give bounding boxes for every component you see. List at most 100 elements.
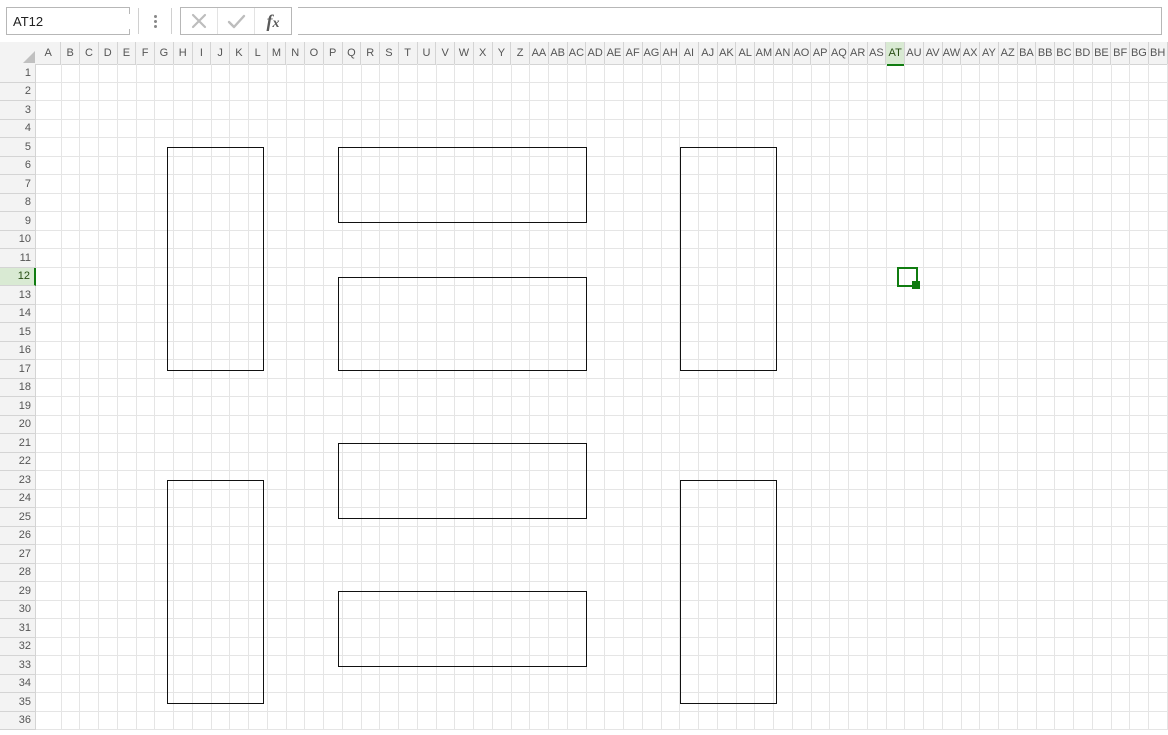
row-header[interactable]: 33 (0, 656, 36, 675)
column-header[interactable]: AJ (699, 42, 718, 65)
spreadsheet-grid[interactable]: ABCDEFGHIJKLMNOPQRSTUVWXYZAAABACADAEAFAG… (0, 42, 1168, 735)
row-header[interactable]: 10 (0, 231, 36, 250)
row-header[interactable]: 34 (0, 675, 36, 694)
column-header[interactable]: AE (605, 42, 624, 65)
column-header[interactable]: AP (811, 42, 830, 65)
cells-area[interactable] (36, 64, 1168, 735)
column-header[interactable]: BE (1093, 42, 1112, 65)
row-header[interactable]: 6 (0, 157, 36, 176)
column-header[interactable]: AT (886, 42, 905, 66)
row-header[interactable]: 7 (0, 175, 36, 194)
column-header[interactable]: AC (568, 42, 587, 65)
column-header[interactable]: S (380, 42, 399, 65)
column-header[interactable]: AL (736, 42, 755, 65)
column-header[interactable]: AM (755, 42, 774, 65)
column-header[interactable]: AB (549, 42, 568, 65)
column-header[interactable]: AI (680, 42, 699, 65)
column-header[interactable]: R (361, 42, 380, 65)
row-header[interactable]: 36 (0, 712, 36, 731)
column-header[interactable]: BH (1149, 42, 1168, 65)
column-header[interactable]: BA (1018, 42, 1037, 65)
column-header[interactable]: AX (961, 42, 980, 65)
column-header[interactable]: U (418, 42, 437, 65)
column-header[interactable]: AA (530, 42, 549, 65)
column-header[interactable]: AD (586, 42, 605, 65)
row-header[interactable]: 32 (0, 638, 36, 657)
column-header[interactable]: M (268, 42, 287, 65)
column-header[interactable]: AK (718, 42, 737, 65)
row-header[interactable]: 12 (0, 268, 36, 287)
row-header[interactable]: 30 (0, 601, 36, 620)
column-header[interactable]: AH (661, 42, 680, 65)
column-header[interactable]: D (99, 42, 118, 65)
column-header[interactable]: X (474, 42, 493, 65)
row-header[interactable]: 19 (0, 397, 36, 416)
row-header[interactable]: 28 (0, 564, 36, 583)
column-header[interactable]: J (211, 42, 230, 65)
column-header[interactable]: AS (868, 42, 887, 65)
column-header[interactable]: K (230, 42, 249, 65)
column-header[interactable]: AY (980, 42, 999, 65)
column-header[interactable]: AQ (830, 42, 849, 65)
column-header[interactable]: AF (624, 42, 643, 65)
row-header[interactable]: 27 (0, 545, 36, 564)
row-header[interactable]: 25 (0, 508, 36, 527)
column-header[interactable]: BB (1036, 42, 1055, 65)
column-header[interactable]: H (174, 42, 193, 65)
insert-function-button[interactable]: fx (255, 8, 291, 34)
row-header[interactable]: 4 (0, 120, 36, 139)
column-header[interactable]: C (80, 42, 99, 65)
row-header[interactable]: 3 (0, 101, 36, 120)
column-header[interactable]: T (399, 42, 418, 65)
column-header[interactable]: N (286, 42, 305, 65)
row-header[interactable]: 23 (0, 471, 36, 490)
column-header[interactable]: E (118, 42, 137, 65)
row-header[interactable]: 8 (0, 194, 36, 213)
row-header[interactable]: 16 (0, 342, 36, 361)
formula-input[interactable] (298, 7, 1162, 35)
column-header[interactable]: F (136, 42, 155, 65)
column-headers[interactable]: ABCDEFGHIJKLMNOPQRSTUVWXYZAAABACADAEAFAG… (36, 42, 1168, 64)
column-header[interactable]: B (61, 42, 80, 65)
column-header[interactable]: AW (943, 42, 962, 65)
row-header[interactable]: 1 (0, 64, 36, 83)
select-all-corner[interactable] (0, 42, 37, 65)
column-header[interactable]: AG (643, 42, 662, 65)
column-header[interactable]: BF (1111, 42, 1130, 65)
column-header[interactable]: I (193, 42, 212, 65)
column-header[interactable]: AV (924, 42, 943, 65)
column-header[interactable]: AN (774, 42, 793, 65)
column-header[interactable]: A (36, 42, 61, 65)
column-header[interactable]: G (155, 42, 174, 65)
name-box-input[interactable] (7, 14, 195, 29)
row-header[interactable]: 5 (0, 138, 36, 157)
row-header[interactable]: 22 (0, 453, 36, 472)
name-box[interactable] (6, 7, 130, 35)
row-header[interactable]: 24 (0, 490, 36, 509)
row-header[interactable]: 21 (0, 434, 36, 453)
row-header[interactable]: 2 (0, 83, 36, 102)
row-headers[interactable]: 1234567891011121314151617181920212223242… (0, 64, 36, 735)
column-header[interactable]: O (305, 42, 324, 65)
column-header[interactable]: BG (1130, 42, 1149, 65)
column-header[interactable]: AU (905, 42, 924, 65)
more-button[interactable] (147, 15, 163, 28)
column-header[interactable]: L (249, 42, 268, 65)
row-header[interactable]: 9 (0, 212, 36, 231)
column-header[interactable]: AR (849, 42, 868, 65)
column-header[interactable]: P (324, 42, 343, 65)
column-header[interactable]: V (436, 42, 455, 65)
row-header[interactable]: 26 (0, 527, 36, 546)
row-header[interactable]: 11 (0, 249, 36, 268)
column-header[interactable]: BD (1074, 42, 1093, 65)
row-header[interactable]: 15 (0, 323, 36, 342)
column-header[interactable]: Z (511, 42, 530, 65)
column-header[interactable]: AZ (999, 42, 1018, 65)
column-header[interactable]: AO (793, 42, 812, 65)
column-header[interactable]: Y (493, 42, 512, 65)
row-header[interactable]: 13 (0, 286, 36, 305)
row-header[interactable]: 17 (0, 360, 36, 379)
column-header[interactable]: W (455, 42, 474, 65)
column-header[interactable]: Q (343, 42, 362, 65)
row-header[interactable]: 18 (0, 379, 36, 398)
